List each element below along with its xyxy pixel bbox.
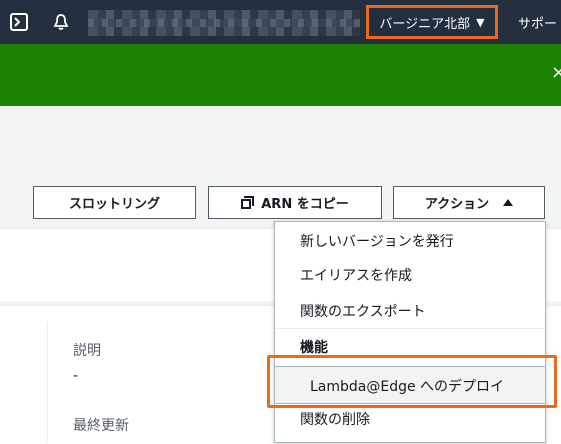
cloudshell-icon[interactable] xyxy=(9,12,29,32)
caret-down-icon: ▼ xyxy=(476,15,485,29)
redacted-account-info xyxy=(88,10,360,36)
actions-button-label: アクション xyxy=(424,197,490,212)
last-modified-label: 最終更新 xyxy=(73,418,129,434)
top-navigation: バージニア北部 ▼ サポー xyxy=(0,0,561,44)
notification-bell-icon[interactable] xyxy=(51,12,71,32)
copy-icon xyxy=(241,195,255,210)
success-banner xyxy=(0,44,561,106)
annotation-highlight-box xyxy=(267,355,557,408)
throttle-button-label: スロットリング xyxy=(68,197,160,212)
menu-item-create-alias[interactable]: エイリアスを作成 xyxy=(300,265,412,285)
actions-button[interactable]: アクション xyxy=(393,186,545,219)
description-value: - xyxy=(73,368,79,384)
menu-item-publish-version[interactable]: 新しいバージョンを発行 xyxy=(300,231,454,251)
menu-item-delete-function[interactable]: 関数の削除 xyxy=(300,409,370,429)
copy-arn-button-label: ARN をコピー xyxy=(261,197,349,212)
caret-up-icon xyxy=(503,199,514,206)
menu-group-features: 機能 xyxy=(300,340,328,356)
close-icon[interactable]: × xyxy=(551,64,561,82)
menu-item-export-function[interactable]: 関数のエクスポート xyxy=(300,301,426,321)
region-selector[interactable]: バージニア北部 ▼ xyxy=(366,5,498,39)
description-label: 説明 xyxy=(73,343,101,359)
support-menu[interactable]: サポー xyxy=(518,13,557,32)
actions-dropdown-menu: 新しいバージョンを発行 エイリアスを作成 関数のエクスポート 機能 Lambda… xyxy=(274,221,546,443)
throttle-button[interactable]: スロットリング xyxy=(33,186,196,219)
region-label: バージニア北部 xyxy=(379,16,471,32)
copy-arn-button[interactable]: ARN をコピー xyxy=(208,186,382,219)
menu-divider xyxy=(275,328,545,329)
column-divider xyxy=(47,322,48,443)
